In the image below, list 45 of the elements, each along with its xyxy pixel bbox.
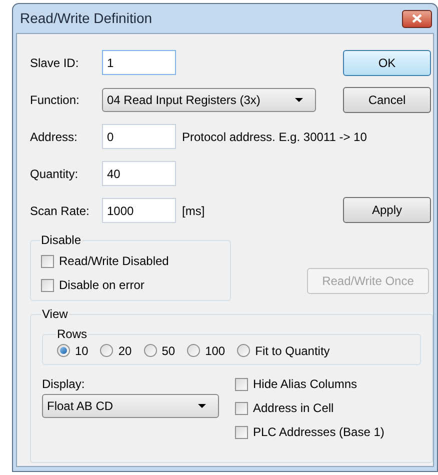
dropdown[interactable]: 04 Read Input Registers (3x) <box>102 88 316 112</box>
checkbox-label: Hide Alias Columns <box>253 376 358 393</box>
radio-label: 100 <box>205 342 226 360</box>
field-label: Scan Rate: <box>29 202 90 220</box>
dropdown[interactable]: Float AB CD <box>42 394 219 418</box>
hint-text: Protocol address. E.g. 30011 -> 10 <box>182 128 367 146</box>
dialog-button[interactable]: Apply <box>343 197 431 223</box>
radio-button[interactable] <box>57 344 70 357</box>
close-button[interactable] <box>402 10 432 28</box>
radio-label: 20 <box>118 342 132 360</box>
window-title: Read/Write Definition <box>20 9 152 28</box>
checkbox-label: Address in Cell <box>253 400 334 417</box>
hint-text: [ms] <box>182 202 205 220</box>
close-icon <box>412 14 422 23</box>
input-field[interactable]: 0 <box>102 124 176 149</box>
checkbox[interactable] <box>235 426 248 438</box>
input-field[interactable]: 1 <box>102 50 176 75</box>
checkbox-label: Read/Write Disabled <box>59 253 169 270</box>
checkbox[interactable] <box>41 278 54 292</box>
radio-button[interactable] <box>237 344 250 357</box>
radio-button[interactable] <box>144 344 157 357</box>
input-field[interactable]: 1000 <box>102 198 176 223</box>
group-label: Disable <box>40 232 82 249</box>
checkbox-label: Disable on error <box>59 277 144 294</box>
checkbox[interactable] <box>235 378 248 390</box>
field-label: Quantity: <box>29 166 80 182</box>
group-label: Rows <box>56 326 88 343</box>
field-label: Slave ID: <box>29 54 80 72</box>
dropdown-arrow-icon <box>198 404 206 408</box>
radio-label: Fit to Quantity <box>255 342 330 360</box>
radio-label: 10 <box>75 342 88 360</box>
field-label: Function: <box>29 92 80 108</box>
radio-button[interactable] <box>187 344 200 357</box>
dialog-button[interactable]: OK <box>343 50 431 76</box>
field-label: Address: <box>29 128 78 146</box>
checkbox[interactable] <box>235 402 248 414</box>
checkbox[interactable] <box>41 254 54 268</box>
checkbox-label: PLC Addresses (Base 1) <box>253 424 384 441</box>
dropdown-arrow-icon <box>295 98 303 102</box>
dialog-button[interactable]: Cancel <box>343 87 431 113</box>
group-label: View <box>41 306 69 323</box>
input-field[interactable]: 40 <box>102 161 176 186</box>
field-label: Display: <box>42 376 86 393</box>
radio-button[interactable] <box>100 344 114 357</box>
radio-label: 50 <box>162 342 176 360</box>
